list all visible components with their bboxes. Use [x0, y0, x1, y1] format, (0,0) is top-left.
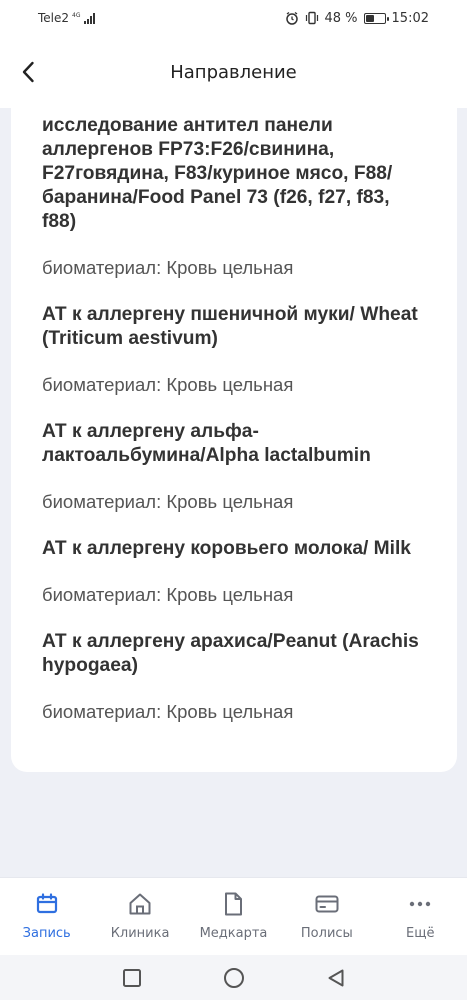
test-item: АТ к аллергену арахиса/Peanut (Arachis h…: [42, 630, 427, 724]
test-item: АТ к аллергену альфа-лактоальбумина/Alph…: [42, 420, 427, 514]
nav-item-zapis[interactable]: Запись: [0, 890, 93, 941]
signal-icon: [83, 12, 95, 24]
test-name: АТ к аллергену коровьего молока/ Milk: [42, 538, 411, 559]
triangle-back-icon: [328, 969, 343, 986]
document-icon: [225, 892, 243, 916]
back-button[interactable]: [14, 56, 42, 88]
more-icon: [410, 901, 431, 907]
test-item: АТ к аллергену пшеничной муки/ Wheat (Tr…: [42, 303, 427, 397]
nav-label: Медкарта: [199, 926, 268, 941]
battery-icon: [363, 12, 389, 24]
battery-fill: [365, 14, 374, 22]
recents-button[interactable]: [120, 966, 144, 990]
home-icon: [129, 893, 151, 915]
test-item: АТ к аллергену коровьего молока/ Milk би…: [42, 537, 427, 607]
app-header: Направление: [0, 36, 467, 108]
battery-percent: 48 %: [324, 10, 358, 26]
test-biomaterial: биоматериал: Кровь цельная: [42, 584, 294, 605]
status-bar: Tele2 4G 48 % 15:02: [0, 0, 467, 36]
nav-label: Клиника: [110, 926, 170, 941]
nav-label: Запись: [22, 926, 71, 941]
nav-item-medcard[interactable]: Медкарта: [187, 890, 280, 941]
test-name: исследование антител панели аллергенов F…: [42, 115, 393, 232]
referral-card: исследование антител панели аллергенов F…: [11, 106, 457, 772]
nav-item-policies[interactable]: Полисы: [280, 890, 373, 941]
calendar-icon: [36, 893, 57, 914]
carrier-name: Tele2: [38, 11, 70, 25]
network-type: 4G: [72, 11, 81, 19]
nav-label: Полисы: [300, 926, 353, 941]
nav-label: Ещё: [406, 926, 435, 941]
test-biomaterial: биоматериал: Кровь цельная: [42, 374, 294, 395]
square-icon: [122, 968, 141, 987]
circle-icon: [223, 967, 244, 988]
system-nav: [0, 955, 467, 1000]
alarm-icon: [285, 11, 298, 25]
test-biomaterial: биоматериал: Кровь цельная: [42, 491, 294, 512]
status-right: 48 % 15:02: [285, 10, 429, 26]
page-title: Направление: [170, 61, 297, 83]
test-biomaterial: биоматериал: Кровь цельная: [42, 257, 294, 278]
clock: 15:02: [391, 10, 429, 26]
home-button[interactable]: [222, 966, 246, 990]
test-name: АТ к аллергену пшеничной муки/ Wheat (Tr…: [42, 304, 418, 349]
bottom-nav: Запись Клиника Медкарта Полисы Ещё: [0, 877, 467, 955]
nav-item-clinic[interactable]: Клиника: [94, 890, 187, 941]
nav-item-more[interactable]: Ещё: [374, 890, 467, 941]
test-name: АТ к аллергену арахиса/Peanut (Arachis h…: [42, 631, 419, 676]
test-biomaterial: биоматериал: Кровь цельная: [42, 701, 294, 722]
vibrate-icon: [305, 11, 318, 25]
card-icon: [315, 895, 339, 913]
chevron-left-icon: [22, 61, 34, 83]
system-back-button[interactable]: [324, 966, 348, 990]
test-item: исследование антител панели аллергенов F…: [42, 114, 427, 280]
test-name: АТ к аллергену альфа-лактоальбумина/Alph…: [42, 421, 371, 466]
status-left: Tele2 4G: [38, 11, 95, 25]
